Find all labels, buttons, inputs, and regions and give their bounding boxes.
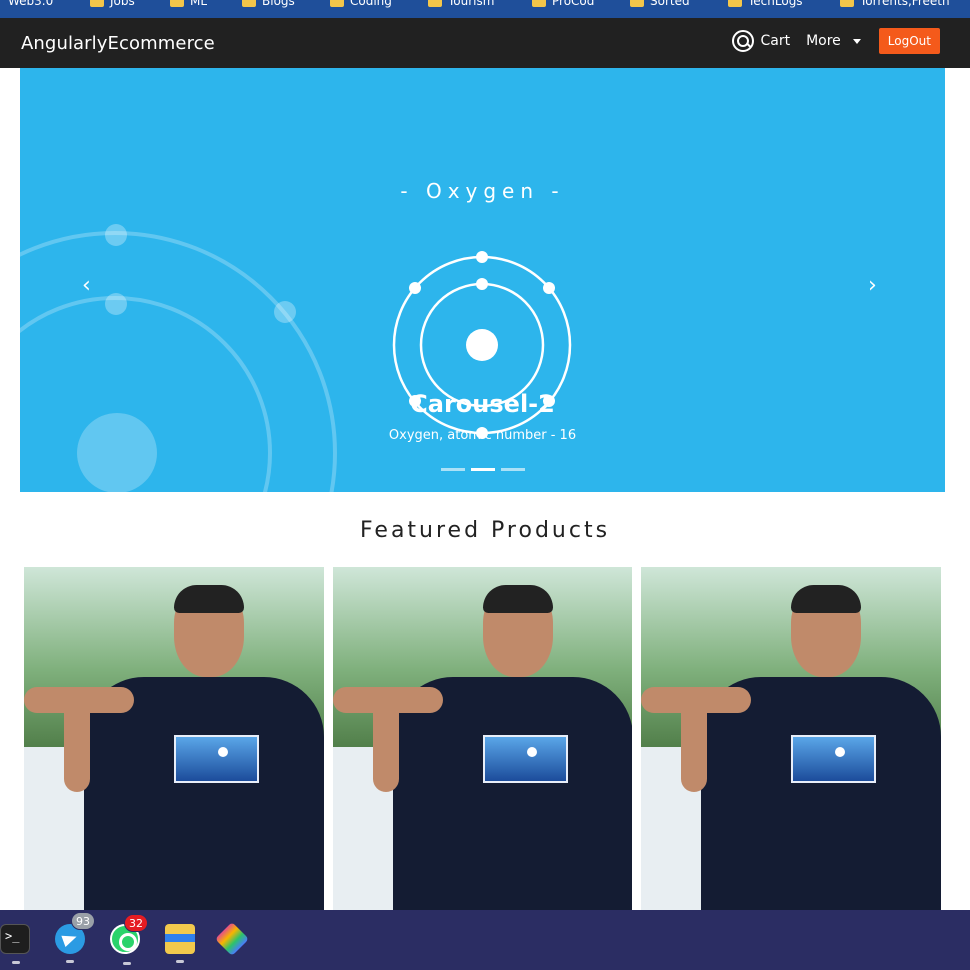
bookmark-label: Jobs — [110, 0, 135, 8]
more-dropdown[interactable]: More — [806, 33, 861, 49]
bookmark-tourism[interactable]: Tourism — [428, 0, 494, 8]
more-label: More — [806, 33, 841, 49]
bookmark-web3[interactable]: Web3.0 — [8, 0, 53, 8]
tshirt-print — [791, 735, 877, 783]
folder-icon — [170, 0, 184, 7]
bookmarks-bar: Web3.0 Jobs ML Blogs Coding Tourism ProC… — [0, 0, 970, 18]
navbar-actions: Cart More LogOut — [732, 28, 940, 54]
bookmark-torrents[interactable]: Torrents,Freeth — [840, 0, 950, 8]
cart-label: Cart — [760, 33, 791, 49]
folder-icon — [90, 0, 104, 7]
bookmark-label: Blogs — [262, 0, 295, 8]
hero-carousel: - Oxygen - ‹ › Carousel-2 Oxygen, atomic… — [20, 68, 945, 492]
file-manager-icon[interactable] — [165, 924, 195, 963]
chevron-right-icon[interactable]: › — [868, 273, 888, 298]
bookmark-label: Torrents,Freeth — [860, 0, 950, 8]
tshirt-print — [174, 735, 259, 783]
caret-down-icon — [852, 38, 861, 44]
carousel-caption-title: Carousel-2 — [410, 390, 555, 418]
folder-icon — [728, 0, 742, 7]
bookmark-procod[interactable]: ProCod — [532, 0, 594, 8]
carousel-indicator-1[interactable] — [440, 468, 465, 471]
bookmark-label: ML — [190, 0, 208, 8]
carousel-caption-subtitle: Oxygen, atomic number - 16 — [388, 428, 577, 443]
carousel-indicators — [20, 468, 945, 471]
bookmark-jobs[interactable]: Jobs — [90, 0, 135, 8]
cart-link[interactable]: Cart — [732, 30, 790, 52]
section-title: Featured Products — [359, 518, 611, 543]
logout-button[interactable]: LogOut — [878, 28, 940, 54]
product-card[interactable] — [332, 567, 633, 910]
folder-icon — [630, 0, 644, 7]
bookmark-label: TechLogs — [748, 0, 803, 8]
chevron-left-icon[interactable]: ‹ — [82, 273, 102, 298]
telegram-icon[interactable]: 93 — [55, 912, 95, 963]
carousel-image-text: - Oxygen - — [400, 179, 565, 203]
folder-icon — [840, 0, 854, 7]
notification-badge: 32 — [124, 914, 148, 932]
bookmark-sorted[interactable]: Sorted — [630, 0, 690, 8]
folder-icon — [532, 0, 546, 7]
brand-logo[interactable]: AngularlyEcommerce — [21, 33, 215, 54]
folder-icon — [242, 0, 256, 7]
bookmark-label: ProCod — [552, 0, 595, 8]
product-grid — [24, 567, 942, 910]
bookmark-ml[interactable]: ML — [170, 0, 207, 8]
product-card[interactable] — [641, 567, 942, 910]
bookmark-label: Tourism — [448, 0, 495, 8]
os-taskbar: >_ 93 32 — [0, 910, 970, 970]
terminal-icon[interactable]: >_ — [0, 924, 30, 964]
search-icon — [732, 30, 755, 52]
product-card[interactable] — [24, 567, 324, 910]
carousel-indicator-2[interactable] — [470, 468, 495, 471]
whatsapp-icon[interactable]: 32 — [110, 914, 148, 965]
bookmark-coding[interactable]: Coding — [330, 0, 392, 8]
app-navbar: AngularlyEcommerce Cart More LogOut — [0, 18, 970, 68]
folder-icon — [330, 0, 344, 7]
bookmark-blogs[interactable]: Blogs — [242, 0, 295, 8]
notification-badge: 93 — [71, 912, 95, 930]
bookmark-label: Sorted — [650, 0, 690, 8]
git-icon[interactable] — [215, 922, 249, 956]
bookmark-label: Coding — [350, 0, 392, 8]
bookmark-techlogs[interactable]: TechLogs — [728, 0, 803, 8]
carousel-indicator-3[interactable] — [500, 468, 525, 471]
bookmark-label: Web3.0 — [8, 0, 54, 8]
folder-icon — [428, 0, 442, 7]
tshirt-print — [482, 735, 568, 783]
